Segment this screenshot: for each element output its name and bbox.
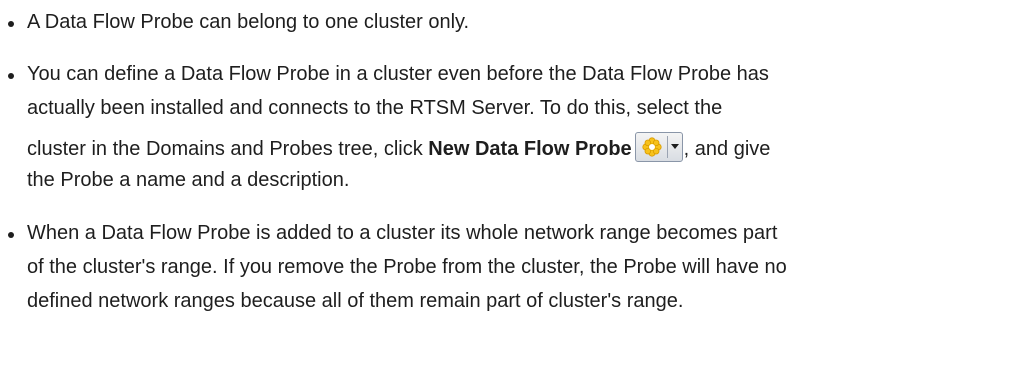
text-line: A Data Flow Probe can belong to one clus… [27, 11, 470, 33]
text-line: When a Data Flow Probe is added to a clu… [27, 222, 778, 244]
button-separator [666, 136, 668, 158]
new-data-flow-probe-button[interactable] [634, 132, 683, 162]
text-line: defined network ranges because all of th… [27, 290, 684, 312]
text-segment: cluster in the Domains and Probes tree, … [27, 138, 429, 160]
text-segment: , and give [683, 138, 771, 160]
chevron-down-icon[interactable] [670, 144, 679, 149]
document-page: A Data Flow Probe can belong to one clus… [0, 0, 1018, 375]
text-line: of the cluster's range. If you remove th… [27, 256, 787, 278]
text-line: You can define a Data Flow Probe in a cl… [27, 63, 769, 85]
text-line: actually been installed and connects to … [27, 97, 723, 119]
bullet-dot [8, 73, 14, 79]
new-data-flow-probe-icon [642, 137, 662, 157]
text-line: the Probe a name and a description. [27, 169, 350, 191]
bullet-dot [8, 21, 14, 27]
new-data-flow-probe-label: New Data Flow Probe [428, 138, 632, 160]
bullet-dot [8, 232, 14, 238]
text-line-with-button: cluster in the Domains and Probes tree, … [27, 132, 770, 162]
